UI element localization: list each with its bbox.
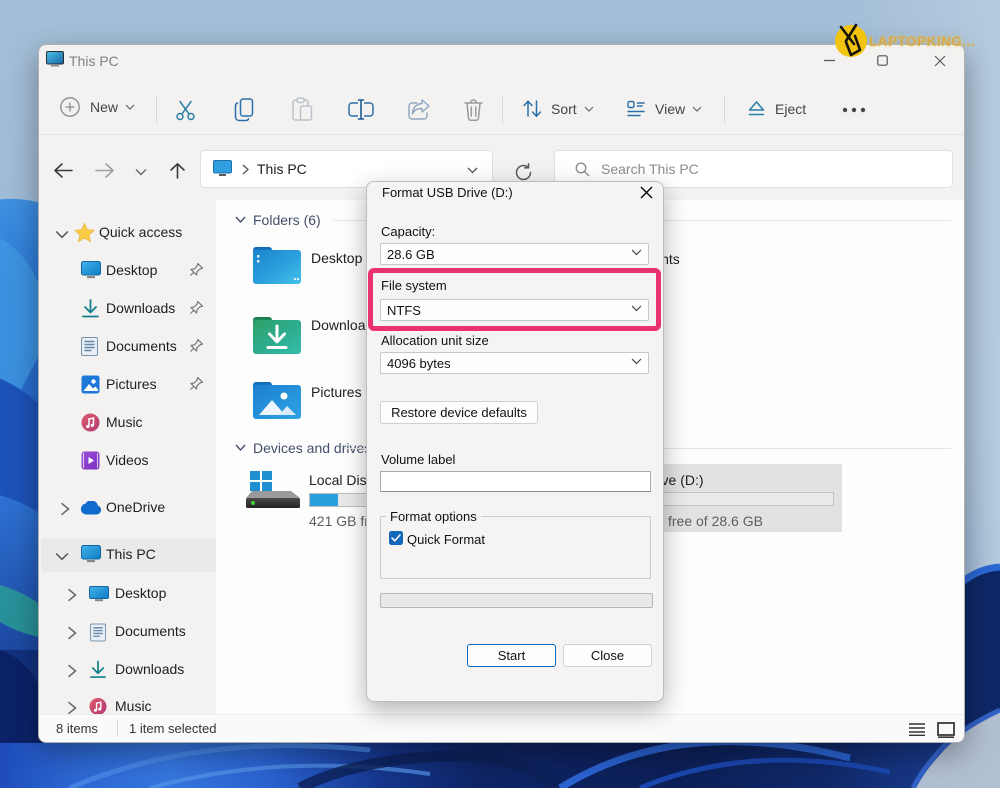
svg-text:LAPTOPKING...: LAPTOPKING... (869, 34, 975, 49)
